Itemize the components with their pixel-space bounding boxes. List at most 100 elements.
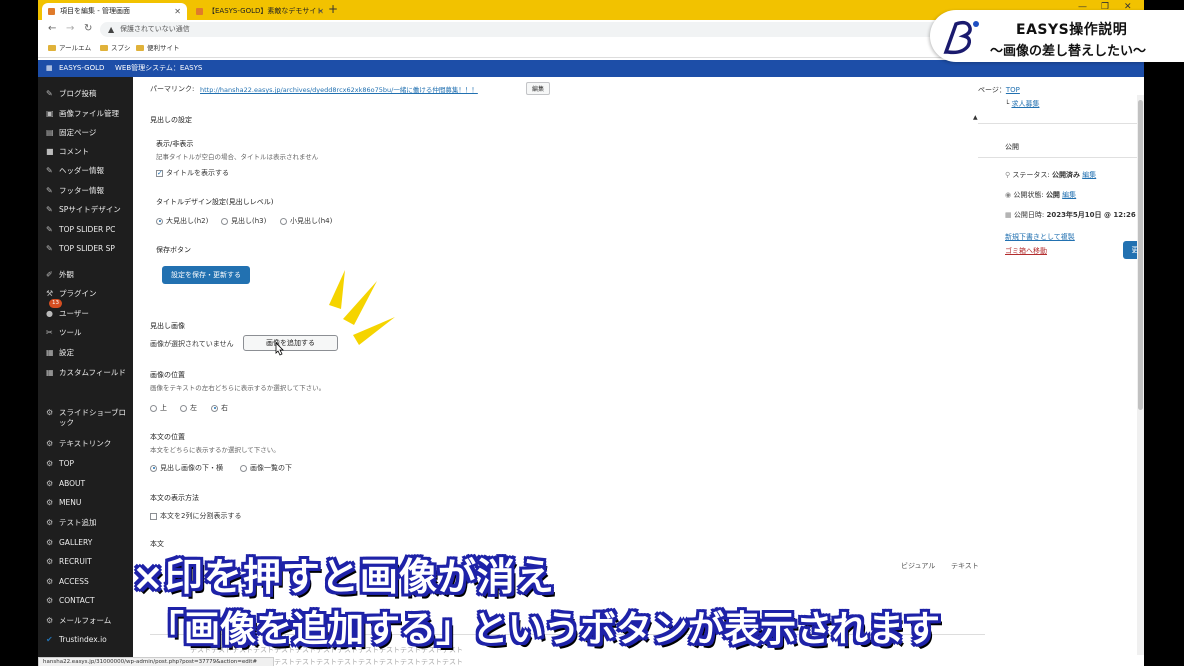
browser-tab[interactable]: 【EASYS-GOLD】素敵なデモサイト ✕ xyxy=(190,3,330,20)
sidebar-item[interactable]: ▣ 画像ファイル管理 xyxy=(46,109,132,119)
option-label: 大見出し(h2) xyxy=(166,217,209,225)
sidebar-item[interactable]: ■ コメント xyxy=(46,147,132,157)
admin-bar-system[interactable]: WEB管理システム：EASYS xyxy=(115,60,202,77)
sidebar-item[interactable]: ● ユーザー xyxy=(46,309,132,319)
sidebar-item[interactable]: ✔ Trustindex.io xyxy=(46,635,132,645)
parent-page-label: ページ： xyxy=(978,86,1006,94)
sidebar-item[interactable]: ✎ TOP SLIDER SP xyxy=(46,244,132,254)
sidebar-item[interactable]: ⚙ GALLERY xyxy=(46,538,132,548)
heading-option-h2[interactable]: 大見出し(h2) xyxy=(156,216,208,226)
brush-icon: ✐ xyxy=(46,270,53,279)
cursor-icon xyxy=(275,342,284,356)
sidebar-item[interactable]: ⚒ プラグイン13 xyxy=(46,289,132,309)
bookmark-folder[interactable]: アールエム xyxy=(48,40,91,57)
visibility-edit-link[interactable]: 編集 xyxy=(1062,191,1076,199)
plugin-icon: ⚒ xyxy=(46,289,54,298)
sidebar-item-label: フッター情報 xyxy=(59,186,104,195)
close-tab-icon[interactable]: ✕ xyxy=(174,3,181,20)
highlight-stroke xyxy=(353,317,395,345)
sidebar-item[interactable]: ⚙ RECRUIT xyxy=(46,557,132,567)
radio-icon xyxy=(221,217,228,225)
sidebar-item[interactable]: ⚙ ACCESS xyxy=(46,577,132,587)
bookmark-folder[interactable]: 便利サイト xyxy=(136,40,180,57)
site-home-icon[interactable]: ▦ xyxy=(46,60,53,77)
scrollbar-thumb[interactable] xyxy=(1138,100,1143,410)
highlight-stroke xyxy=(343,281,377,325)
show-title-checkbox[interactable]: ✓ タイトルを表示する xyxy=(156,168,229,178)
sidebar-item[interactable]: ⚙ MENU xyxy=(46,498,132,508)
trash-link[interactable]: ゴミ箱へ移動 xyxy=(1005,246,1047,256)
sidebar-item[interactable]: ⚙ CONTACT xyxy=(46,596,132,606)
sidebar-item[interactable]: ✎ ヘッダー情報 xyxy=(46,166,132,176)
back-icon[interactable]: ← xyxy=(48,23,56,34)
sidebar-item[interactable]: ⚙ テキストリンク xyxy=(46,439,132,449)
sidebar-item[interactable]: ⚙ TOP xyxy=(46,459,132,469)
parent-page-link[interactable]: TOP xyxy=(1006,86,1020,94)
tab-label: 項目を編集 - 管理画面 xyxy=(60,7,130,15)
heading-option-h3[interactable]: 見出し(h3) xyxy=(221,216,266,226)
body-pos-below[interactable]: 画像一覧の下 xyxy=(240,463,292,473)
heading-option-h4[interactable]: 小見出し(h4) xyxy=(280,216,332,226)
new-tab-button[interactable]: + xyxy=(328,2,338,16)
close-tab-icon[interactable]: ✕ xyxy=(317,3,324,20)
image-pos-right[interactable]: 右 xyxy=(211,403,228,413)
easys-logo-icon xyxy=(943,20,979,55)
sidebar-item[interactable]: ✎ SPサイトデザイン xyxy=(46,205,132,215)
sidebar-item[interactable]: ✎ TOP SLIDER PC xyxy=(46,225,132,235)
bookmark-folder[interactable]: スプシ xyxy=(100,40,131,57)
sidebar-item-label: ACCESS xyxy=(59,577,89,586)
status-edit-link[interactable]: 編集 xyxy=(1082,171,1096,179)
copy-draft-link[interactable]: 新規下書きとして複製 xyxy=(1005,232,1075,242)
sidebar-item-label: 固定ページ xyxy=(59,128,97,137)
scrollbar[interactable] xyxy=(1137,95,1144,655)
collapse-icon[interactable]: ▲ xyxy=(973,114,978,121)
sidebar-item[interactable]: ✎ ブログ投稿 xyxy=(46,89,132,99)
sidebar-item[interactable]: ⚙ テスト追加 xyxy=(46,518,132,528)
title-design-label: タイトルデザイン設定(見出しレベル) xyxy=(156,198,274,206)
body-pos-beside[interactable]: 見出し画像の下・横 xyxy=(150,463,223,473)
tab-visual[interactable]: ビジュアル xyxy=(901,561,935,571)
sidebar-item-label: RECRUIT xyxy=(59,557,92,566)
sidebar-item[interactable]: ⚙ スライドショーブロック xyxy=(46,408,132,428)
save-settings-button[interactable]: 設定を保存・更新する xyxy=(162,266,250,284)
sidebar-item[interactable]: ▦ 設定 xyxy=(46,348,132,358)
calendar-icon: ▦ xyxy=(1005,211,1012,219)
sidebar-item-label: ヘッダー情報 xyxy=(59,166,104,175)
publish-title: 公開 xyxy=(1005,143,1019,151)
permalink-label: パーマリンク: xyxy=(150,85,195,93)
parent-page-row: ページ：TOP xyxy=(978,85,1020,95)
forward-icon[interactable]: → xyxy=(66,23,74,34)
option-label: 右 xyxy=(221,404,228,412)
image-pos-top[interactable]: 上 xyxy=(150,403,167,413)
tab-text[interactable]: テキスト xyxy=(951,561,979,571)
gear-icon: ⚙ xyxy=(46,459,54,468)
image-pos-left[interactable]: 左 xyxy=(180,403,197,413)
admin-bar-site[interactable]: EASYS-GOLD xyxy=(59,60,104,77)
sidebar-item[interactable]: ⚙ ABOUT xyxy=(46,479,132,489)
sidebar-item-label: メールフォーム xyxy=(59,616,112,625)
child-page-link[interactable]: 求人募集 xyxy=(1011,100,1039,108)
sidebar-item[interactable]: ⚙ メールフォーム xyxy=(46,616,132,626)
sidebar-item[interactable]: ✂ ツール xyxy=(46,328,132,338)
pin-icon: ✎ xyxy=(46,89,53,98)
body-split-checkbox[interactable]: 本文を2列に分割表示する xyxy=(150,511,241,521)
sidebar-item-label: SPサイトデザイン xyxy=(59,205,121,214)
sidebar-item[interactable]: ✐ 外観 xyxy=(46,270,132,280)
browser-tab-active[interactable]: 項目を編集 - 管理画面 ✕ xyxy=(42,3,187,20)
body-split-label: 本文を2列に分割表示する xyxy=(160,512,242,520)
sidebar-item[interactable]: ▦ カスタムフィールド xyxy=(46,368,132,378)
url-field[interactable]: ▲ 保護されていない通信 xyxy=(100,22,990,37)
sidebar-item[interactable]: ▤ 固定ページ xyxy=(46,128,132,138)
radio-selected-icon xyxy=(150,464,157,472)
sidebar-item-label: 画像ファイル管理 xyxy=(59,109,119,118)
gear-icon: ⚙ xyxy=(46,538,54,547)
sidebar-item-label: ツール xyxy=(59,328,82,337)
permalink-url[interactable]: http://hansha22.easys.jp/archives/dyedd8… xyxy=(200,84,478,94)
permalink-edit-button[interactable]: 編集 xyxy=(526,82,551,95)
add-image-button[interactable]: 画像を追加する xyxy=(243,335,338,351)
reload-icon[interactable]: ↻ xyxy=(84,23,92,34)
sidebar-item-label: プラグイン xyxy=(59,289,97,298)
sidebar-item[interactable]: ✎ フッター情報 xyxy=(46,186,132,196)
sidebar-item-label: テスト追加 xyxy=(59,518,97,527)
visibility-value: 公開 xyxy=(1045,191,1060,199)
